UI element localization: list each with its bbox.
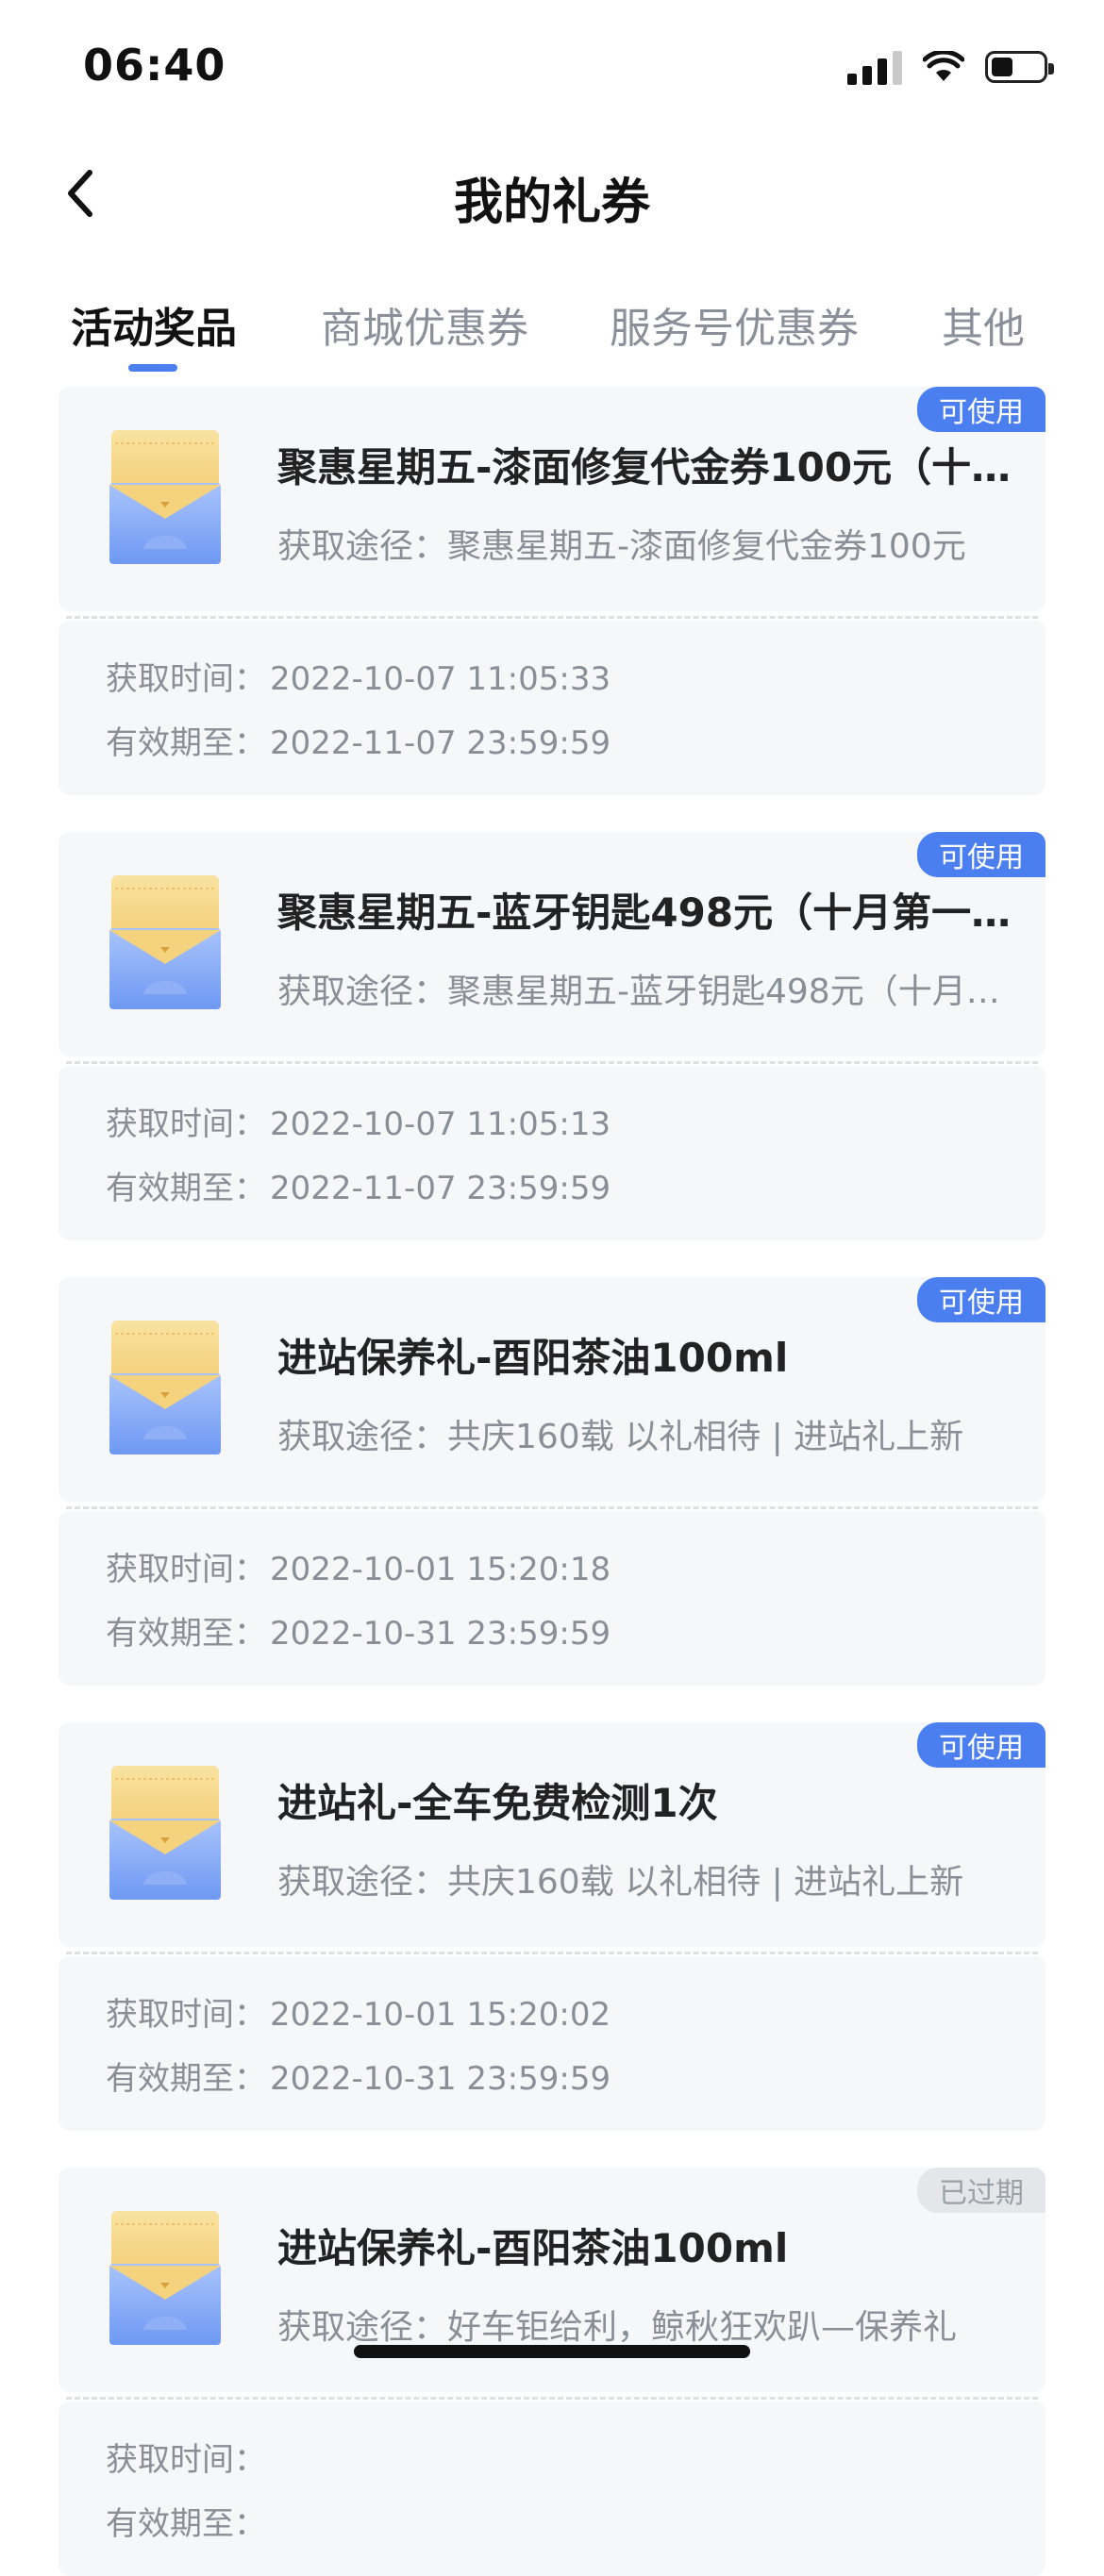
valid-until-row: 有效期至：: [106, 2498, 270, 2544]
tab-activity-prizes[interactable]: 活动奖品: [71, 294, 237, 355]
coupon-title: 聚惠星期五-蓝牙钥匙498元（十月第一周）: [277, 889, 1013, 936]
coupon-source: 获取途径：聚惠星期五-蓝牙钥匙498元（十月第一周）: [277, 972, 1013, 1011]
status-time: 06:40: [83, 40, 226, 91]
valid-until-value: 2022-10-31 23:59:59: [270, 2060, 611, 2098]
coupon-card-details: 获取时间： 2022-10-01 15:20:02 有效期至： 2022-10-31…: [59, 1956, 1045, 2131]
acquire-time-row: 获取时间： 2022-10-01 15:20:18: [106, 1543, 611, 1589]
status-badge: 已过期: [917, 2168, 1045, 2213]
coupon-card[interactable]: 可使用 聚惠星期五-蓝牙钥匙498元（十月第一周） 获取途径：聚惠星期五-蓝牙钥…: [59, 832, 1045, 1240]
valid-until-value: 2022-10-31 23:59:59: [270, 1615, 611, 1653]
acquire-time-label: 获取时间：: [106, 2441, 266, 2479]
coupon-icon: [109, 1321, 221, 1454]
coupon-card[interactable]: 可使用 进站保养礼-酉阳茶油100ml 获取途径：共庆160载 以礼相待 | 进…: [59, 1277, 1045, 1686]
coupon-card[interactable]: 可使用 聚惠星期五-漆面修复代金券100元（十月第一周） 获取途径：聚惠星期五-…: [59, 387, 1045, 795]
valid-until-label: 有效期至：: [106, 1615, 266, 1653]
acquire-time-label: 获取时间：: [106, 660, 266, 698]
valid-until-label: 有效期至：: [106, 2060, 266, 2098]
coupon-title: 进站礼-全车免费检测1次: [277, 1780, 718, 1826]
dashed-divider: [66, 616, 1038, 619]
valid-until-value: 2022-11-07 23:59:59: [270, 724, 611, 762]
coupon-source: 获取途径：共庆160载 以礼相待 | 进站礼上新: [277, 1863, 964, 1902]
coupon-card-header: 可使用 进站礼-全车免费检测1次 获取途径：共庆160载 以礼相待 | 进站礼上…: [59, 1722, 1045, 1947]
acquire-time-label: 获取时间：: [106, 1551, 266, 1588]
coupon-source: 获取途径：聚惠星期五-漆面修复代金券100元: [277, 527, 966, 566]
valid-until-row: 有效期至： 2022-11-07 23:59:59: [106, 717, 611, 763]
acquire-time-row: 获取时间： 2022-10-01 15:20:02: [106, 1988, 611, 2035]
home-indicator[interactable]: [354, 2345, 750, 2358]
coupon-title: 进站保养礼-酉阳茶油100ml: [277, 1335, 789, 1381]
wifi-icon: [923, 51, 964, 81]
battery-icon: [985, 51, 1054, 83]
coupon-icon: [109, 875, 221, 1009]
cellular-signal-icon: [847, 49, 902, 85]
tab-other[interactable]: 其他: [942, 294, 1025, 355]
coupon-card-details: 获取时间： 2022-10-07 11:05:33 有效期至： 2022-11-07…: [59, 621, 1045, 795]
dashed-divider: [66, 2397, 1038, 2400]
coupon-card-header: 可使用 进站保养礼-酉阳茶油100ml 获取途径：共庆160载 以礼相待 | 进…: [59, 1277, 1045, 1502]
acquire-time-value: 2022-10-07 11:05:33: [270, 660, 611, 698]
valid-until-row: 有效期至： 2022-10-31 23:59:59: [106, 1607, 611, 1654]
coupon-card[interactable]: 已过期 进站保养礼-酉阳茶油100ml 获取途径：好车钜给利，鲸秋狂欢趴—保养礼…: [59, 2168, 1045, 2576]
coupon-card-details: 获取时间： 2022-10-01 15:20:18 有效期至： 2022-10-31…: [59, 1511, 1045, 1686]
coupon-title: 聚惠星期五-漆面修复代金券100元（十月第一周）: [277, 444, 1013, 490]
coupon-icon: [109, 430, 221, 564]
status-badge: 可使用: [917, 1277, 1045, 1322]
coupon-title: 进站保养礼-酉阳茶油100ml: [277, 2225, 789, 2271]
status-badge: 可使用: [917, 387, 1045, 432]
valid-until-label: 有效期至：: [106, 1170, 266, 1207]
dashed-divider: [66, 1061, 1038, 1064]
acquire-time-row: 获取时间：: [106, 2434, 270, 2480]
coupon-card-header: 已过期 进站保养礼-酉阳茶油100ml 获取途径：好车钜给利，鲸秋狂欢趴—保养礼: [59, 2168, 1045, 2392]
coupon-card-header: 可使用 聚惠星期五-蓝牙钥匙498元（十月第一周） 获取途径：聚惠星期五-蓝牙钥…: [59, 832, 1045, 1056]
coupon-source: 获取途径：好车钜给利，鲸秋狂欢趴—保养礼: [277, 2308, 958, 2347]
valid-until-label: 有效期至：: [106, 2505, 266, 2543]
status-bar: 06:40: [0, 0, 1104, 132]
valid-until-row: 有效期至： 2022-10-31 23:59:59: [106, 2052, 611, 2099]
acquire-time-row: 获取时间： 2022-10-07 11:05:33: [106, 653, 611, 699]
status-badge: 可使用: [917, 832, 1045, 877]
tab-mall-coupons[interactable]: 商城优惠券: [321, 294, 528, 355]
acquire-time-label: 获取时间：: [106, 1996, 266, 2034]
valid-until-label: 有效期至：: [106, 724, 266, 762]
coupon-card-header: 可使用 聚惠星期五-漆面修复代金券100元（十月第一周） 获取途径：聚惠星期五-…: [59, 387, 1045, 611]
coupon-icon: [109, 2211, 221, 2345]
coupon-source: 获取途径：共庆160载 以礼相待 | 进站礼上新: [277, 1418, 964, 1456]
acquire-time-value: 2022-10-01 15:20:18: [270, 1551, 611, 1588]
acquire-time-label: 获取时间：: [106, 1105, 266, 1143]
nav-bar: 我的礼券: [0, 141, 1104, 245]
tab-service-account-coupons[interactable]: 服务号优惠券: [610, 294, 859, 355]
dashed-divider: [66, 1506, 1038, 1509]
valid-until-value: 2022-11-07 23:59:59: [270, 1170, 611, 1207]
coupon-card-details: 获取时间： 有效期至：: [59, 2401, 1045, 2576]
acquire-time-value: 2022-10-07 11:05:13: [270, 1105, 611, 1143]
valid-until-row: 有效期至： 2022-11-07 23:59:59: [106, 1162, 611, 1208]
coupon-icon: [109, 1766, 221, 1900]
tab-bar: 活动奖品 商城优惠券 服务号优惠券 其他: [0, 283, 1104, 377]
status-badge: 可使用: [917, 1722, 1045, 1768]
coupon-card[interactable]: 可使用 进站礼-全车免费检测1次 获取途径：共庆160载 以礼相待 | 进站礼上…: [59, 1722, 1045, 2131]
active-tab-indicator: [128, 364, 177, 372]
coupon-card-details: 获取时间： 2022-10-07 11:05:13 有效期至： 2022-11-07…: [59, 1066, 1045, 1240]
acquire-time-row: 获取时间： 2022-10-07 11:05:13: [106, 1098, 611, 1144]
dashed-divider: [66, 1952, 1038, 1954]
page-title: 我的礼券: [453, 175, 650, 231]
status-icons: [847, 49, 1054, 85]
acquire-time-value: 2022-10-01 15:20:02: [270, 1996, 611, 2034]
